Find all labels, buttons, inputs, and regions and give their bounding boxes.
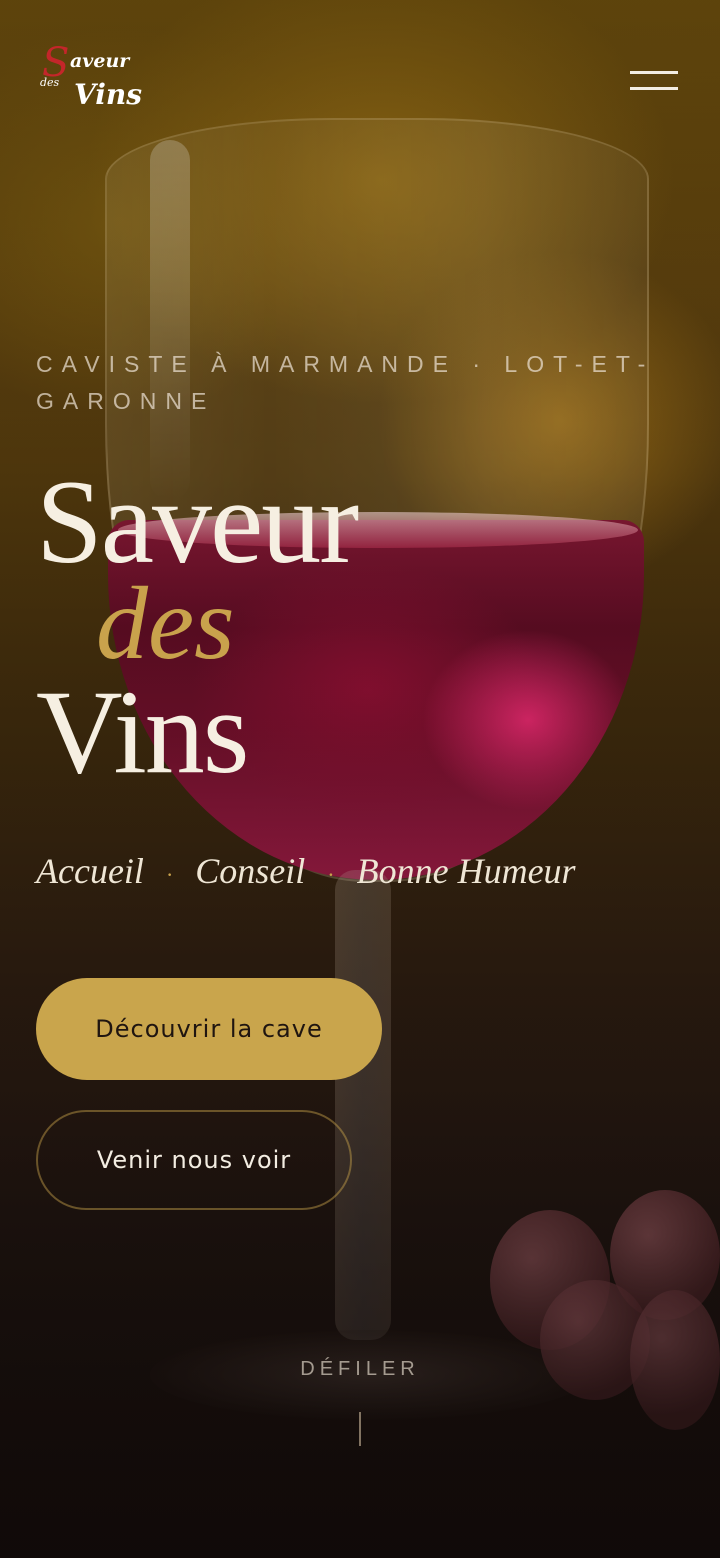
hero-title-vins: Vins: [36, 665, 249, 798]
scroll-indicator-line: [359, 1412, 361, 1446]
hamburger-menu-icon[interactable]: [626, 68, 680, 96]
visit-us-button[interactable]: Venir nous voir: [36, 1110, 352, 1210]
tagline-conseil: Conseil: [195, 851, 306, 891]
tagline-separator: ·: [327, 861, 335, 887]
menu-line: [630, 87, 678, 90]
hero-title-saveur: Saveur: [36, 455, 359, 588]
menu-line: [630, 71, 678, 74]
tagline-accueil: Accueil: [36, 851, 144, 891]
discover-cave-button[interactable]: Découvrir la cave: [36, 978, 382, 1080]
scroll-label: DÉFILER: [300, 1358, 420, 1380]
logo-word-vins: Vins: [74, 78, 142, 111]
tagline-separator: ·: [165, 861, 174, 887]
site-logo[interactable]: S aveur des Vins: [40, 40, 150, 116]
hero-tagline: Accueil · Conseil · Bonne Humeur: [36, 850, 696, 892]
logo-word-des: des: [40, 76, 60, 89]
hero-eyebrow: CAVISTE À MARMANDE · LOT-ET-GARONNE: [36, 351, 655, 414]
hero-title-des: des: [96, 566, 235, 681]
tagline-bonne-humeur: Bonne Humeur: [356, 851, 576, 891]
logo-word-saveur: aveur: [70, 50, 130, 72]
